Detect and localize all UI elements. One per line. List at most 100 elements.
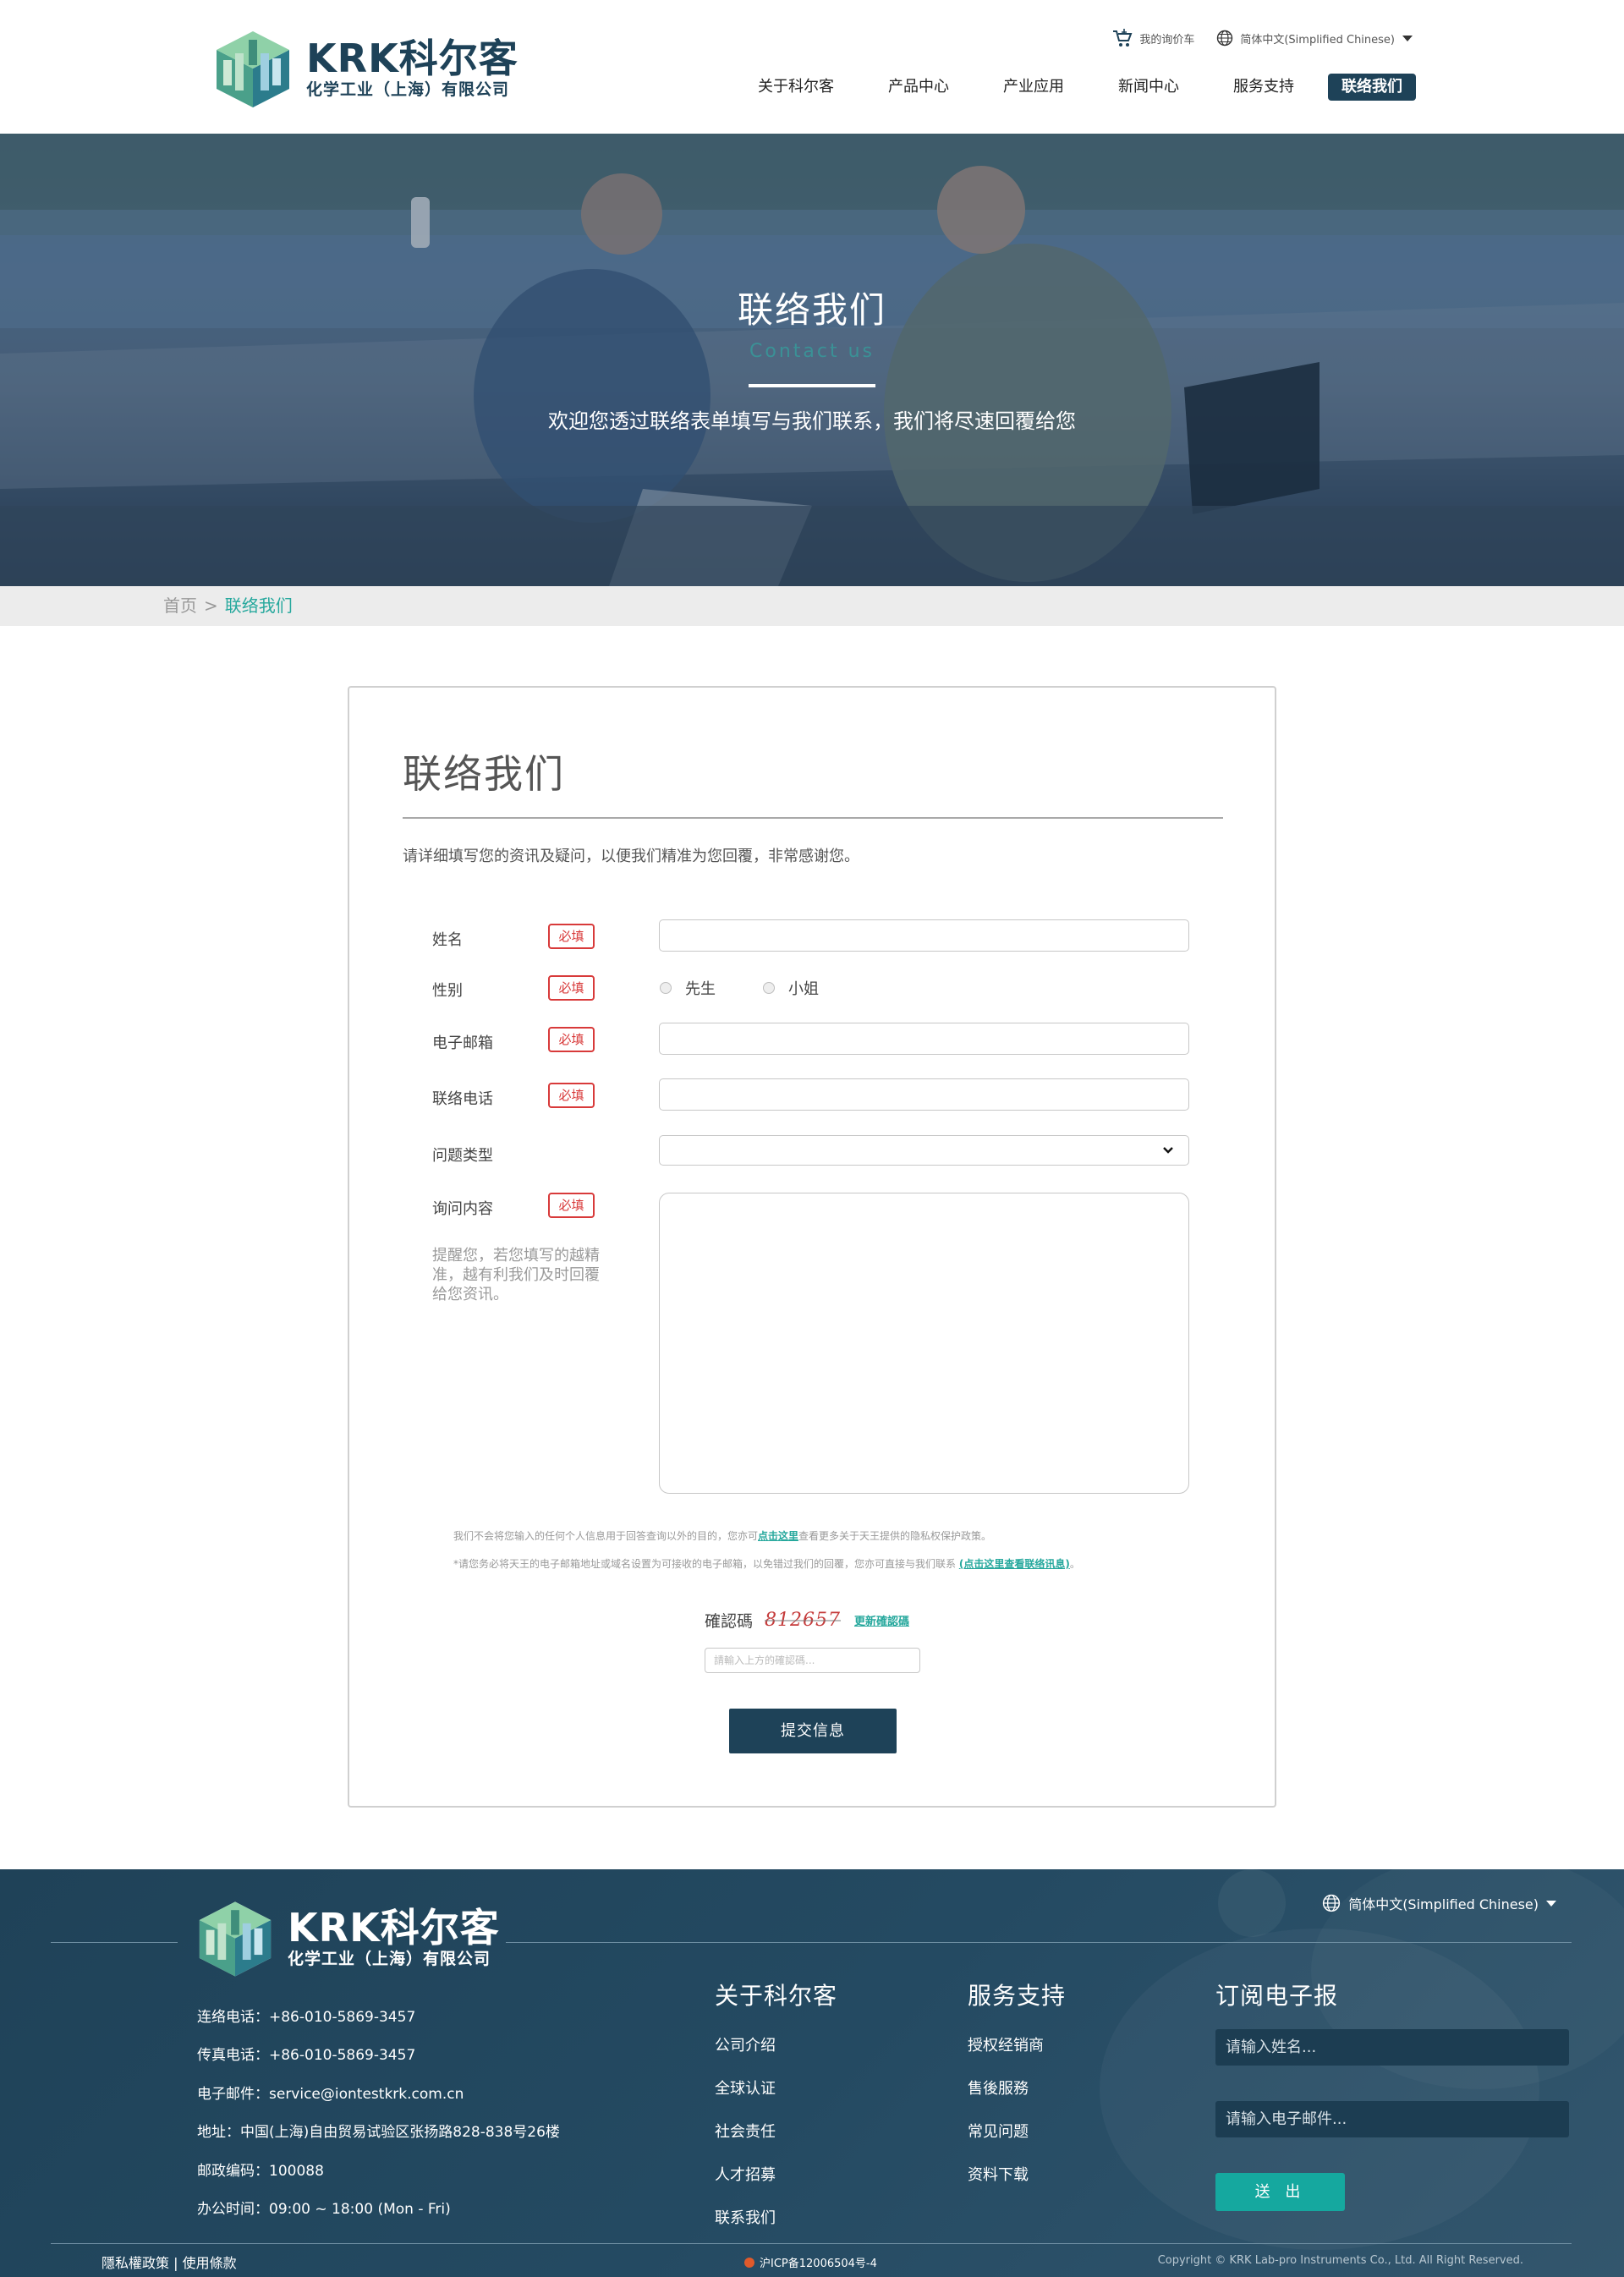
footer-policy-links[interactable]: 隱私權政策 | 使用條款	[102, 2252, 237, 2272]
footer-office-hours: 办公时间：09:00 ~ 18:00 (Mon - Fri)	[197, 2200, 451, 2218]
gender-radio-group: 先生 小姐	[660, 977, 866, 999]
footer-link-after-sales[interactable]: 售後服務	[968, 2077, 1066, 2120]
inquiry-label: 询问内容	[432, 1200, 493, 1218]
footer-link-responsibility[interactable]: 社会责任	[715, 2120, 837, 2163]
chevron-down-icon	[1163, 1147, 1173, 1154]
footer-brand-name: KRK科尔客	[288, 1905, 500, 1951]
email-input[interactable]	[659, 1023, 1189, 1055]
required-badge: 必填	[548, 1083, 595, 1108]
footer-address: 地址：中国(上海)自由贸易试验区张扬路828-838号26楼	[197, 2124, 560, 2142]
footer-newsletter-title: 订阅电子报	[1215, 1982, 1339, 2010]
nav-item-news[interactable]: 新闻中心	[1118, 74, 1179, 101]
logo-cube-icon	[199, 1901, 272, 1977]
captcha-label: 確認碼	[705, 1612, 754, 1631]
email-notice-text-end: 。	[1069, 1558, 1080, 1570]
privacy-notice: 我们不会将您输入的任何个人信息用于回答查询以外的目的，您亦可点击这里查看更多关于…	[349, 1528, 1278, 1543]
footer-rule-left	[51, 1942, 178, 1943]
footer-service-column: 服务支持 授权经销商 售後服務 常见问题 资料下载	[968, 1978, 1066, 2206]
footer-bottom-rule	[51, 2243, 1572, 2244]
breadcrumb-current: 联络我们	[224, 595, 293, 616]
footer-email[interactable]: 电子邮件：service@iontestkrk.com.cn	[197, 2082, 560, 2120]
hero-banner: 联络我们 Contact us 欢迎您透过联络表单填写与我们联系，我们将尽速回覆…	[0, 134, 1624, 586]
site-header: KRK科尔客 化学工业（上海）有限公司 我的询价车 简体中文(Simplifie…	[0, 0, 1624, 134]
inquiry-hint: 提醒您，若您填写的越精准，越有利我们及时回覆给您资讯。	[432, 1247, 600, 1303]
breadcrumb-home[interactable]: 首页	[163, 595, 197, 616]
name-label: 姓名	[432, 931, 463, 949]
newsletter-name-input[interactable]: 请输入姓名...	[1215, 2029, 1569, 2066]
footer-link-careers[interactable]: 人才招募	[715, 2163, 837, 2206]
required-badge: 必填	[548, 1027, 595, 1052]
site-logo[interactable]: KRK科尔客 化学工业（上海）有限公司	[211, 28, 518, 108]
breadcrumb: 首页 > 联络我们	[0, 586, 1624, 626]
banner-divider	[749, 384, 875, 387]
footer-link-company[interactable]: 公司介绍	[715, 2033, 837, 2077]
brand-subtitle: 化学工业（上海）有限公司	[306, 80, 510, 99]
form-intro: 请详细填写您的资讯及疑问，以便我们精准为您回覆，非常感谢您。	[403, 848, 859, 865]
banner-title: 联络我们	[737, 289, 886, 331]
site-footer: KRK科尔客 化学工业（上海）有限公司 简体中文(Simplified Chin…	[0, 1869, 1624, 2277]
caret-down-icon	[1546, 1900, 1556, 1907]
required-badge: 必填	[548, 924, 595, 949]
footer-icp-text: 沪ICP备12006504号-4	[760, 2258, 877, 2270]
main-nav: 关于科尔客 产品中心 产业应用 新闻中心 服务支持 联络我们	[704, 74, 1416, 101]
nav-item-contact[interactable]: 联络我们	[1328, 74, 1416, 101]
footer-link-faq[interactable]: 常见问题	[968, 2120, 1066, 2163]
logo-cube-icon	[217, 31, 289, 107]
footer-newsletter-column: 订阅电子报 请输入姓名... 请输入电子邮件... 送 出	[1215, 1978, 1569, 2211]
footer-rule-right	[506, 1942, 1572, 1943]
footer-link-downloads[interactable]: 资料下载	[968, 2163, 1066, 2206]
banner-description: 欢迎您透过联络表单填写与我们联系，我们将尽速回覆给您	[548, 409, 1076, 433]
footer-language-selector[interactable]: 简体中文(Simplified Chinese)	[1322, 1893, 1556, 1913]
inquiry-cart-link[interactable]: 我的询价车	[1112, 29, 1194, 47]
newsletter-submit-button[interactable]: 送 出	[1215, 2173, 1345, 2211]
footer-link-certification[interactable]: 全球认证	[715, 2077, 837, 2120]
gender-option-mr[interactable]: 先生	[685, 977, 716, 999]
required-badge: 必填	[548, 1193, 595, 1218]
contact-form-card: 联络我们 请详细填写您的资讯及疑问，以便我们精准为您回覆，非常感谢您。 姓名 必…	[348, 686, 1276, 1808]
captcha-input[interactable]: 請輸入上方的確認碼...	[705, 1648, 920, 1673]
footer-copyright: Copyright © KRK Lab-pro Instruments Co.,…	[1157, 2254, 1523, 2267]
footer-link-dealers[interactable]: 授权经销商	[968, 2033, 1066, 2077]
brand-name: KRK科尔客	[306, 35, 518, 81]
email-notice: *请您务必将天王的电子邮箱地址或域名设置为可接收的电子邮箱，以免错过我们的回覆，…	[349, 1556, 1278, 1571]
form-title: 联络我们	[403, 751, 565, 797]
gender-option-ms[interactable]: 小姐	[788, 977, 819, 999]
gender-radio-mr[interactable]	[660, 982, 672, 994]
language-label: 简体中文(Simplified Chinese)	[1240, 33, 1395, 47]
footer-service-title: 服务支持	[968, 1982, 1067, 2010]
footer-about-title: 关于科尔客	[715, 1982, 838, 2010]
inquiry-textarea[interactable]	[659, 1193, 1189, 1494]
submit-button[interactable]: 提交信息	[729, 1709, 897, 1753]
cart-label: 我的询价车	[1139, 33, 1195, 47]
email-label: 电子邮箱	[432, 1034, 493, 1052]
gender-radio-ms[interactable]	[763, 982, 775, 994]
cart-icon	[1113, 29, 1133, 47]
globe-icon	[1323, 1894, 1341, 1912]
phone-input[interactable]	[659, 1078, 1189, 1111]
nav-item-applications[interactable]: 产业应用	[1003, 74, 1064, 101]
privacy-notice-text-end: 查看更多关于天王提供的隐私权保护政策。	[798, 1530, 992, 1542]
email-notice-text: *请您务必将天王的电子邮箱地址或域名设置为可接收的电子邮箱，以免错过我们的回覆，…	[453, 1558, 959, 1570]
footer-logo[interactable]: KRK科尔客 化学工业（上海）有限公司	[195, 1898, 500, 1978]
top-utility-bar: 我的询价车 简体中文(Simplified Chinese)	[1090, 29, 1413, 47]
captcha-row: 確認碼 812657 更新確認碼	[705, 1609, 909, 1632]
caret-down-icon	[1402, 35, 1413, 41]
nav-item-support[interactable]: 服务支持	[1233, 74, 1294, 101]
language-selector[interactable]: 简体中文(Simplified Chinese)	[1216, 30, 1413, 47]
nav-item-about[interactable]: 关于科尔客	[758, 74, 834, 101]
captcha-image: 812657	[765, 1610, 841, 1631]
contact-info-link[interactable]: (点击这里查看联络讯息)	[959, 1558, 1070, 1570]
question-type-select[interactable]	[659, 1135, 1189, 1166]
footer-brand-subtitle: 化学工业（上海）有限公司	[288, 1950, 491, 1968]
name-input[interactable]	[659, 919, 1189, 952]
footer-language-label: 简体中文(Simplified Chinese)	[1348, 1896, 1539, 1912]
footer-fax: 传真电话：+86-010-5869-3457	[197, 2047, 416, 2065]
form-divider	[403, 817, 1223, 819]
privacy-notice-text: 我们不会将您输入的任何个人信息用于回答查询以外的目的，您亦可	[453, 1530, 759, 1542]
newsletter-email-input[interactable]: 请输入电子邮件...	[1215, 2101, 1569, 2137]
footer-icp[interactable]: 沪ICP备12006504号-4	[744, 2254, 877, 2270]
captcha-refresh-link[interactable]: 更新確認碼	[854, 1612, 909, 1628]
nav-item-products[interactable]: 产品中心	[888, 74, 949, 101]
privacy-policy-link[interactable]: 点击这里	[758, 1530, 798, 1542]
phone-label: 联络电话	[432, 1090, 493, 1108]
